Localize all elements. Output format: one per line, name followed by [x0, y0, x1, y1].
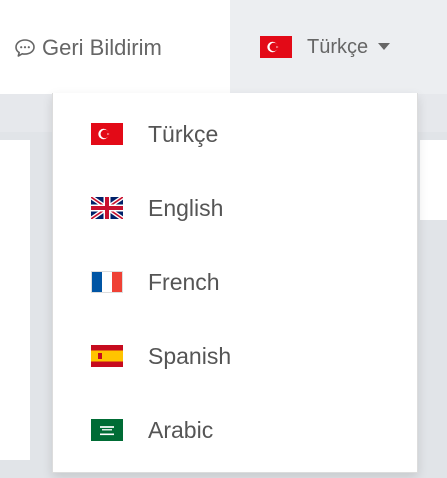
language-option-spanish[interactable]: Spanish [53, 319, 417, 393]
language-option-label: French [148, 268, 220, 295]
gb-flag-icon [91, 197, 123, 219]
language-option-label: Türkçe [148, 120, 219, 147]
language-option-label: English [148, 194, 224, 221]
language-dropdown-toggle[interactable]: Türkçe [230, 0, 447, 94]
feedback-label: Geri Bildirim [42, 35, 162, 60]
language-option-english[interactable]: English [53, 171, 417, 245]
language-dropdown-menu: Türkçe English French Spanish Arabic [52, 93, 418, 473]
speech-bubble-icon [14, 37, 36, 59]
language-option-label: Spanish [148, 342, 232, 369]
sa-flag-icon [91, 419, 123, 441]
tr-flag-icon [260, 36, 292, 58]
content-panel-right [420, 140, 447, 220]
content-panel-left [0, 140, 30, 460]
caret-down-icon [378, 43, 391, 50]
fr-flag-icon [91, 271, 123, 293]
language-option-turkish[interactable]: Türkçe [53, 97, 417, 171]
feedback-link[interactable]: Geri Bildirim [14, 30, 162, 66]
current-language-label: Türkçe [307, 35, 369, 58]
language-option-arabic[interactable]: Arabic [53, 393, 417, 467]
language-option-label: Arabic [148, 416, 214, 443]
language-option-french[interactable]: French [53, 245, 417, 319]
tr-flag-icon [91, 123, 123, 145]
top-navbar: Geri Bildirim Türkçe [0, 0, 447, 94]
es-flag-icon [91, 345, 123, 367]
